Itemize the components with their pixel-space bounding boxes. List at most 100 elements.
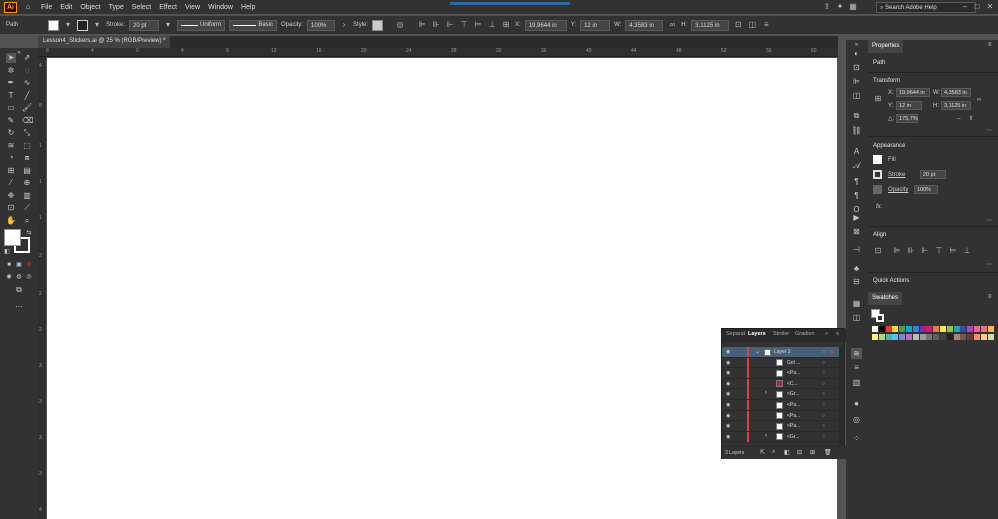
y-field[interactable]: 12 in bbox=[580, 19, 611, 31]
more-options-icon[interactable]: ⋯ bbox=[984, 126, 994, 136]
swatch-cell[interactable] bbox=[974, 334, 980, 340]
swatch-cell[interactable] bbox=[940, 326, 946, 332]
sublayer-row[interactable]: ◉ <Pa... ○ bbox=[722, 410, 839, 422]
warp-tool-icon[interactable]: ≋ bbox=[6, 141, 16, 151]
target-circle-icon[interactable]: ○ bbox=[822, 423, 825, 429]
column-graph-icon[interactable]: ▥ bbox=[22, 191, 32, 201]
menu-effect[interactable]: Effect bbox=[159, 4, 177, 11]
swatch-cell[interactable] bbox=[940, 334, 946, 340]
default-colors-icon[interactable]: ◧ bbox=[2, 247, 12, 257]
panel-menu-icon[interactable]: ≡ bbox=[836, 331, 839, 337]
actions-icon[interactable]: ▶ bbox=[851, 212, 862, 223]
direct-selection-tool-icon[interactable]: ⇗ bbox=[22, 53, 32, 63]
swatch-cell[interactable] bbox=[953, 326, 960, 332]
draw-normal-icon[interactable]: ◉ bbox=[4, 272, 14, 282]
sublayer-row[interactable]: ◉ <Pa... ○ bbox=[722, 400, 839, 411]
target-circle-icon[interactable]: ○ bbox=[822, 349, 825, 355]
tab-stroke[interactable]: Stroke bbox=[773, 331, 789, 337]
blend-tool-icon[interactable]: ⊕ bbox=[22, 178, 32, 188]
visibility-eye-icon[interactable]: ◉ bbox=[726, 391, 730, 397]
menu-view[interactable]: View bbox=[185, 4, 200, 11]
make-clipping-mask-icon[interactable]: ◧ bbox=[784, 449, 790, 456]
fill-swatch[interactable] bbox=[48, 19, 59, 31]
shaper-tool-icon[interactable]: ✎ bbox=[6, 116, 16, 126]
visibility-eye-icon[interactable]: ◉ bbox=[726, 434, 730, 440]
angle-field[interactable]: 175,7% bbox=[896, 114, 918, 123]
character-icon[interactable]: A bbox=[851, 146, 862, 157]
sublayer-row[interactable]: ◉ › <Gr... ○ bbox=[722, 431, 839, 443]
line-tool-icon[interactable]: ╱ bbox=[22, 91, 32, 101]
layers-scrollbar[interactable] bbox=[839, 347, 845, 445]
brushes-icon[interactable]: ⊟ bbox=[851, 276, 862, 287]
reference-point-icon[interactable]: ⊞ bbox=[873, 94, 883, 104]
slice-tool-icon[interactable]: ⟋ bbox=[22, 203, 32, 213]
menu-window[interactable]: Window bbox=[208, 4, 233, 11]
hand-tool-icon[interactable]: ✋ bbox=[6, 216, 16, 226]
color-wheel-icon[interactable]: ◐ bbox=[851, 48, 862, 59]
menu-help[interactable]: Help bbox=[241, 4, 255, 11]
lightbulb-icon[interactable]: ✦ bbox=[835, 2, 845, 12]
selection-tool-icon[interactable]: ➤ bbox=[6, 53, 16, 63]
edit-toolbar-icon[interactable]: ⋯ bbox=[14, 302, 24, 312]
curvature-tool-icon[interactable]: ∿ bbox=[22, 78, 32, 88]
export-icon[interactable]: ⇱ bbox=[760, 449, 765, 456]
artboard-tool-icon[interactable]: ⊡ bbox=[6, 203, 16, 213]
gradient-mode-icon[interactable]: ▣ bbox=[14, 260, 24, 270]
layers-panel-icon[interactable]: ≋ bbox=[851, 348, 862, 359]
shape-builder-icon[interactable]: ◔ bbox=[6, 153, 16, 163]
locate-object-icon[interactable]: ⌕ bbox=[772, 449, 775, 456]
swatch-cell[interactable] bbox=[960, 326, 967, 332]
constrain-icon[interactable]: ∞ bbox=[974, 95, 984, 105]
visibility-eye-icon[interactable]: ◉ bbox=[726, 413, 730, 419]
swatch-cell[interactable] bbox=[967, 334, 974, 340]
swatches-panel-icon[interactable]: ▦ bbox=[851, 298, 862, 309]
swatch-cell[interactable] bbox=[946, 334, 953, 340]
scale-tool-icon[interactable]: ⤡ bbox=[22, 128, 32, 138]
share-icon[interactable]: ⇪ bbox=[822, 2, 832, 12]
align-top-icon[interactable]: ⊤ bbox=[934, 246, 944, 256]
panel-menu-icon[interactable]: ≡ bbox=[988, 294, 992, 300]
transform-icon[interactable]: ⊡ bbox=[733, 20, 743, 30]
swatch-cell[interactable] bbox=[885, 334, 892, 340]
swatch-cell[interactable] bbox=[987, 326, 994, 332]
close-tab-icon[interactable]: × bbox=[162, 37, 166, 43]
document-tab[interactable]: Lesson4_Stickers.ai @ 25 % (RGB/Preview)… bbox=[38, 36, 170, 48]
stroke-panel-icon[interactable]: ≡ bbox=[851, 362, 862, 373]
stroke-swatch[interactable] bbox=[77, 19, 88, 31]
swatch-cell[interactable] bbox=[878, 326, 885, 332]
arrange-icon[interactable]: ▦ bbox=[848, 2, 858, 12]
swatch-cell[interactable] bbox=[912, 334, 919, 340]
swatch-cell[interactable] bbox=[872, 334, 878, 340]
paintbrush-icon[interactable]: 🖌 bbox=[22, 103, 32, 113]
visibility-eye-icon[interactable]: ◉ bbox=[726, 423, 730, 429]
lasso-icon[interactable]: ◌ bbox=[22, 66, 32, 76]
rotate-tool-icon[interactable]: ↻ bbox=[6, 128, 16, 138]
css-properties-icon[interactable]: ⊣ bbox=[851, 244, 862, 255]
align-top-icon[interactable]: ⊤ bbox=[459, 20, 469, 30]
expand-chevron-icon[interactable]: › bbox=[765, 390, 767, 396]
align-middle-icon[interactable]: ⊨ bbox=[473, 20, 483, 30]
y-field[interactable]: 12 in bbox=[896, 101, 922, 110]
swatch-cell[interactable] bbox=[926, 326, 933, 332]
h-field[interactable]: 3,1125 in bbox=[691, 19, 730, 31]
align-center-icon[interactable]: ⊪ bbox=[431, 20, 441, 30]
menu-file[interactable]: File bbox=[41, 4, 52, 11]
swatch-cell[interactable] bbox=[892, 326, 899, 332]
perspective-grid-icon[interactable]: ⧈ bbox=[22, 153, 32, 163]
flip-vertical-icon[interactable]: ⇕ bbox=[966, 114, 976, 124]
opacity-swatch[interactable] bbox=[873, 185, 882, 194]
fill-dropdown-icon[interactable]: ▾ bbox=[63, 20, 73, 30]
workspace-switcher[interactable] bbox=[450, 2, 570, 5]
transparency-icon[interactable]: ● bbox=[851, 398, 862, 409]
variable-width-profile[interactable]: Uniform bbox=[177, 19, 226, 31]
collapse-chevron-icon[interactable]: ⌄ bbox=[755, 348, 760, 355]
flip-horizontal-icon[interactable]: ⇔ bbox=[954, 114, 964, 124]
swatch-cell[interactable] bbox=[926, 334, 933, 340]
swatch-cell[interactable] bbox=[899, 326, 906, 332]
swatch-cell[interactable] bbox=[987, 334, 994, 340]
new-layer-icon[interactable]: ⊞ bbox=[810, 449, 815, 456]
rectangle-tool-icon[interactable]: ▭ bbox=[6, 103, 16, 113]
x-field[interactable]: 19,9644 in bbox=[896, 88, 930, 97]
align-to-icon[interactable]: ⊡ bbox=[873, 246, 883, 256]
expand-icon[interactable]: » bbox=[825, 331, 828, 337]
